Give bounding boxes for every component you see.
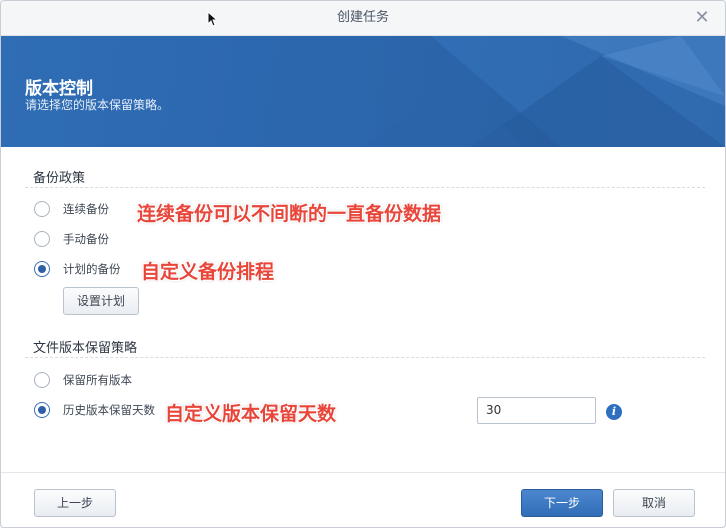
section-divider [25,187,705,188]
back-button[interactable]: 上一步 [34,489,116,517]
radio-button[interactable] [34,231,50,247]
radio-label: 手动备份 [63,232,109,246]
radio-button[interactable] [34,402,50,418]
radio-label: 保留所有版本 [63,373,132,387]
page-subtitle: 请选择您的版本保留策略。 [25,98,170,112]
radio-button[interactable] [34,372,50,388]
backup-policy-title: 备份政策 [33,171,86,186]
radio-button[interactable] [34,201,50,217]
annotation-continuous: 连续备份可以不间断的一直备份数据 [137,203,442,225]
radio-label: 计划的备份 [63,262,121,276]
section-divider [25,357,705,358]
retention-days-input[interactable]: 30 [477,397,596,424]
cancel-button[interactable]: 取消 [613,489,695,517]
radio-button[interactable] [34,261,50,277]
retention-policy-title: 文件版本保留策略 [33,341,138,356]
annotation-scheduled: 自定义备份排程 [141,261,275,283]
schedule-settings-button[interactable]: 设置计划 [63,287,139,315]
annotation-retention: 自定义版本保留天数 [165,403,337,425]
title-bar[interactable]: 创建任务 ✕ [1,1,725,36]
mouse-cursor-icon [207,11,217,27]
create-task-dialog: 创建任务 ✕ 版本控制 请选择您的版本保留策略。 备份政策 连续备份 手动备份 … [0,0,726,528]
banner-decoration [361,36,725,147]
radio-label: 连续备份 [63,202,109,216]
next-button[interactable]: 下一步 [521,489,603,517]
radio-label: 历史版本保留天数 [63,403,155,417]
header-banner: 版本控制 请选择您的版本保留策略。 [1,36,725,147]
window-title: 创建任务 [336,10,389,25]
close-icon[interactable]: ✕ [693,9,711,27]
footer-divider [1,472,725,473]
info-icon[interactable]: i [606,404,622,420]
